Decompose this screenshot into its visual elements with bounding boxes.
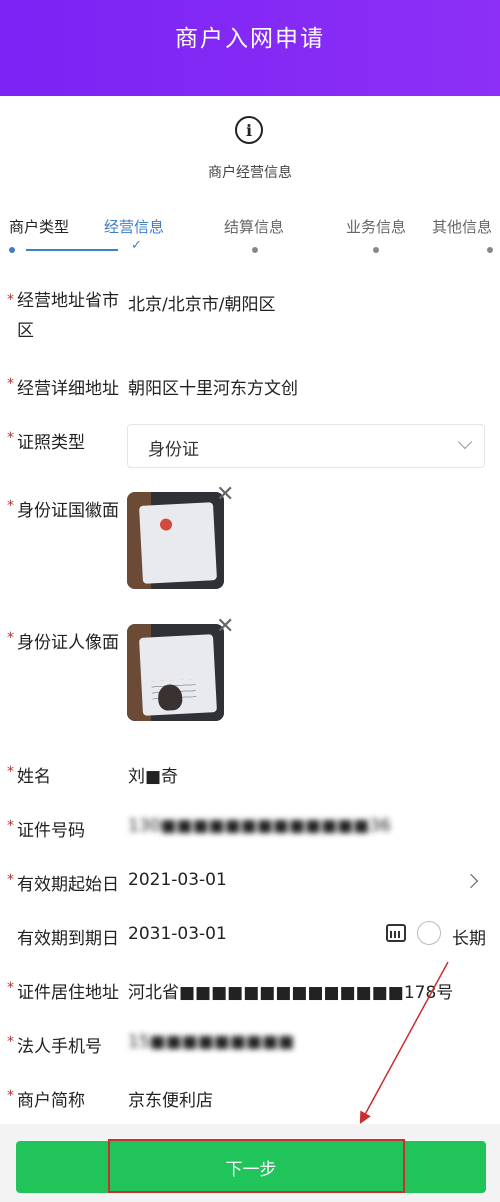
portrait-image — [157, 683, 183, 712]
chevron-down-icon — [457, 434, 473, 450]
step-dot — [252, 247, 258, 253]
short-name-value[interactable]: 京东便利店 — [128, 1086, 213, 1111]
legal-phone-value[interactable]: 15■■■■■■■■■ — [128, 1032, 294, 1052]
address-detail-value[interactable]: 朝阳区十里河东方文创 — [128, 374, 298, 399]
step-other-info[interactable]: 其他信息 — [432, 216, 492, 237]
id-back-label: 身份证人像面 — [17, 633, 119, 653]
required-mark: * — [7, 764, 14, 780]
residence-value[interactable]: 河北省■■■■■■■■■■■■■■178号 — [128, 978, 453, 1003]
info-icon: i — [235, 116, 263, 144]
license-type-value: 身份证 — [148, 440, 199, 460]
id-front-photo[interactable] — [127, 492, 224, 589]
section-title: 商户经营信息 — [208, 165, 292, 181]
valid-from-label: 有效期起始日 — [17, 875, 119, 895]
valid-to-value[interactable]: 2031-03-01 — [128, 924, 227, 944]
legal-phone-label: 法人手机号 — [17, 1037, 102, 1057]
long-term-radio[interactable] — [417, 921, 441, 945]
step-settlement-info[interactable]: 结算信息 — [224, 216, 284, 237]
residence-label: 证件居住地址 — [17, 983, 119, 1003]
required-mark: * — [7, 430, 14, 446]
required-mark: * — [7, 1034, 14, 1050]
step-dot — [487, 247, 493, 253]
required-mark: * — [7, 630, 14, 646]
required-mark: * — [7, 376, 14, 392]
step-dot — [373, 247, 379, 253]
name-label: 姓名 — [17, 767, 51, 787]
address-detail-label: 经营详细地址 — [17, 379, 119, 399]
app-header: 商户入网申请 — [0, 0, 500, 96]
id-number-value[interactable]: 130■■■■■■■■■■■■■36 — [128, 816, 391, 836]
name-value[interactable]: 刘■奇 — [128, 762, 178, 787]
step-progress: 商户类型 经营信息 结算信息 业务信息 其他信息 ✓ — [0, 216, 500, 256]
chevron-right-icon — [463, 873, 479, 889]
check-icon: ✓ — [131, 238, 142, 253]
valid-from-value[interactable]: 2021-03-01 — [128, 870, 227, 890]
required-mark: * — [7, 1088, 14, 1104]
required-mark: * — [7, 818, 14, 834]
step-business-info[interactable]: 经营信息 — [104, 216, 164, 237]
emblem-icon — [159, 518, 173, 531]
id-number-label: 证件号码 — [17, 821, 85, 841]
page-title: 商户入网申请 — [175, 26, 325, 52]
license-type-select[interactable]: 身份证 — [127, 424, 485, 468]
annotation-highlight-box — [108, 1139, 405, 1193]
valid-to-label: 有效期到期日 — [17, 929, 119, 949]
step-dot — [9, 247, 15, 253]
required-mark: * — [7, 872, 14, 888]
license-type-label: 证照类型 — [17, 433, 85, 453]
short-name-label: 商户简称 — [17, 1091, 85, 1111]
progress-line — [26, 249, 118, 251]
long-term-label[interactable]: 长期 — [452, 924, 486, 949]
step-service-info[interactable]: 业务信息 — [346, 216, 406, 237]
address-region-label: 经营地址省市区 — [17, 291, 119, 341]
required-mark: * — [7, 980, 14, 996]
address-region-value[interactable]: 北京/北京市/朝阳区 — [128, 290, 275, 315]
required-mark: * — [7, 292, 14, 308]
calendar-icon[interactable] — [386, 924, 406, 942]
close-icon[interactable]: ✕ — [216, 484, 234, 506]
close-icon[interactable]: ✕ — [216, 616, 234, 638]
required-mark: * — [7, 498, 14, 514]
id-back-photo[interactable] — [127, 624, 224, 721]
id-front-label: 身份证国徽面 — [17, 501, 119, 521]
step-merchant-type[interactable]: 商户类型 — [9, 216, 69, 237]
